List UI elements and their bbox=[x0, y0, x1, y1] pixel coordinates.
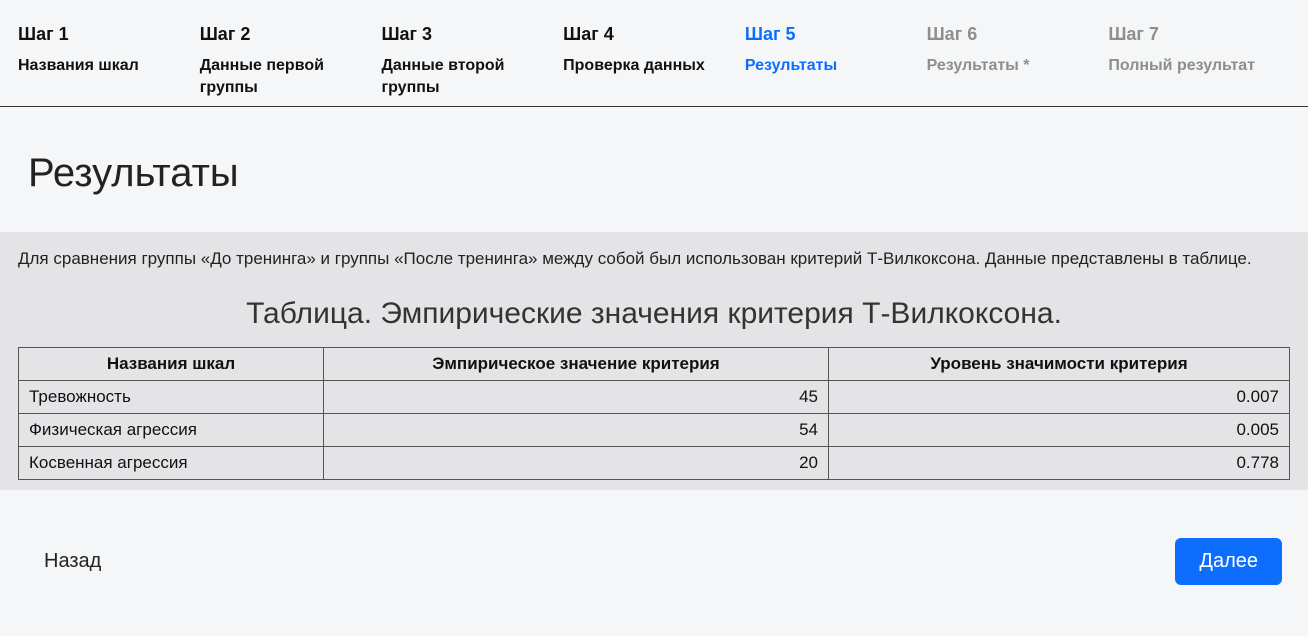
step-subtitle: Данные второй группы bbox=[381, 55, 551, 98]
step-title: Шаг 2 bbox=[200, 24, 370, 45]
results-description: Для сравнения группы «До тренинга» и гру… bbox=[0, 232, 1308, 286]
table-row: Косвенная агрессия200.778 bbox=[19, 446, 1290, 479]
step-title: Шаг 6 bbox=[927, 24, 1097, 45]
table-caption: Таблица. Эмпирические значения критерия … bbox=[18, 287, 1290, 347]
step-5[interactable]: Шаг 5 Результаты bbox=[745, 24, 927, 106]
results-table-wrap: Таблица. Эмпирические значения критерия … bbox=[0, 287, 1308, 490]
steps-nav: Шаг 1 Названия шкал Шаг 2 Данные первой гру… bbox=[0, 0, 1308, 107]
next-button[interactable]: Далее bbox=[1175, 538, 1282, 585]
step-title: Шаг 4 bbox=[563, 24, 733, 45]
th-significance-level: Уровень значимости критерия bbox=[829, 347, 1290, 380]
cell-scale-name: Тревожность bbox=[19, 380, 324, 413]
page-title: Результаты bbox=[0, 107, 1308, 232]
results-table: Названия шкал Эмпирическое значение крит… bbox=[18, 347, 1290, 480]
cell-scale-name: Физическая агрессия bbox=[19, 413, 324, 446]
step-subtitle: Названия шкал bbox=[18, 55, 188, 77]
step-subtitle: Результаты bbox=[745, 55, 915, 77]
step-4[interactable]: Шаг 4 Проверка данных bbox=[563, 24, 745, 106]
cell-significance: 0.007 bbox=[829, 380, 1290, 413]
cell-empirical-value: 54 bbox=[324, 413, 829, 446]
cell-empirical-value: 20 bbox=[324, 446, 829, 479]
step-3[interactable]: Шаг 3 Данные второй группы bbox=[381, 24, 563, 106]
table-row: Физическая агрессия540.005 bbox=[19, 413, 1290, 446]
cell-empirical-value: 45 bbox=[324, 380, 829, 413]
footer-nav: Назад Далее bbox=[0, 490, 1308, 585]
step-6[interactable]: Шаг 6 Результаты * bbox=[927, 24, 1109, 106]
step-subtitle: Полный результат bbox=[1108, 55, 1278, 77]
step-title: Шаг 1 bbox=[18, 24, 188, 45]
step-title: Шаг 7 bbox=[1108, 24, 1278, 45]
step-subtitle: Данные первой группы bbox=[200, 55, 370, 98]
back-button[interactable]: Назад bbox=[44, 550, 101, 573]
table-row: Тревожность450.007 bbox=[19, 380, 1290, 413]
step-1[interactable]: Шаг 1 Названия шкал bbox=[18, 24, 200, 106]
step-2[interactable]: Шаг 2 Данные первой группы bbox=[200, 24, 382, 106]
step-title: Шаг 5 bbox=[745, 24, 915, 45]
th-scale-names: Названия шкал bbox=[19, 347, 324, 380]
step-title: Шаг 3 bbox=[381, 24, 551, 45]
cell-significance: 0.005 bbox=[829, 413, 1290, 446]
th-empirical-value: Эмпирическое значение критерия bbox=[324, 347, 829, 380]
step-subtitle: Проверка данных bbox=[563, 55, 733, 77]
cell-scale-name: Косвенная агрессия bbox=[19, 446, 324, 479]
step-7[interactable]: Шаг 7 Полный результат bbox=[1108, 24, 1290, 106]
cell-significance: 0.778 bbox=[829, 446, 1290, 479]
step-subtitle: Результаты * bbox=[927, 55, 1097, 77]
